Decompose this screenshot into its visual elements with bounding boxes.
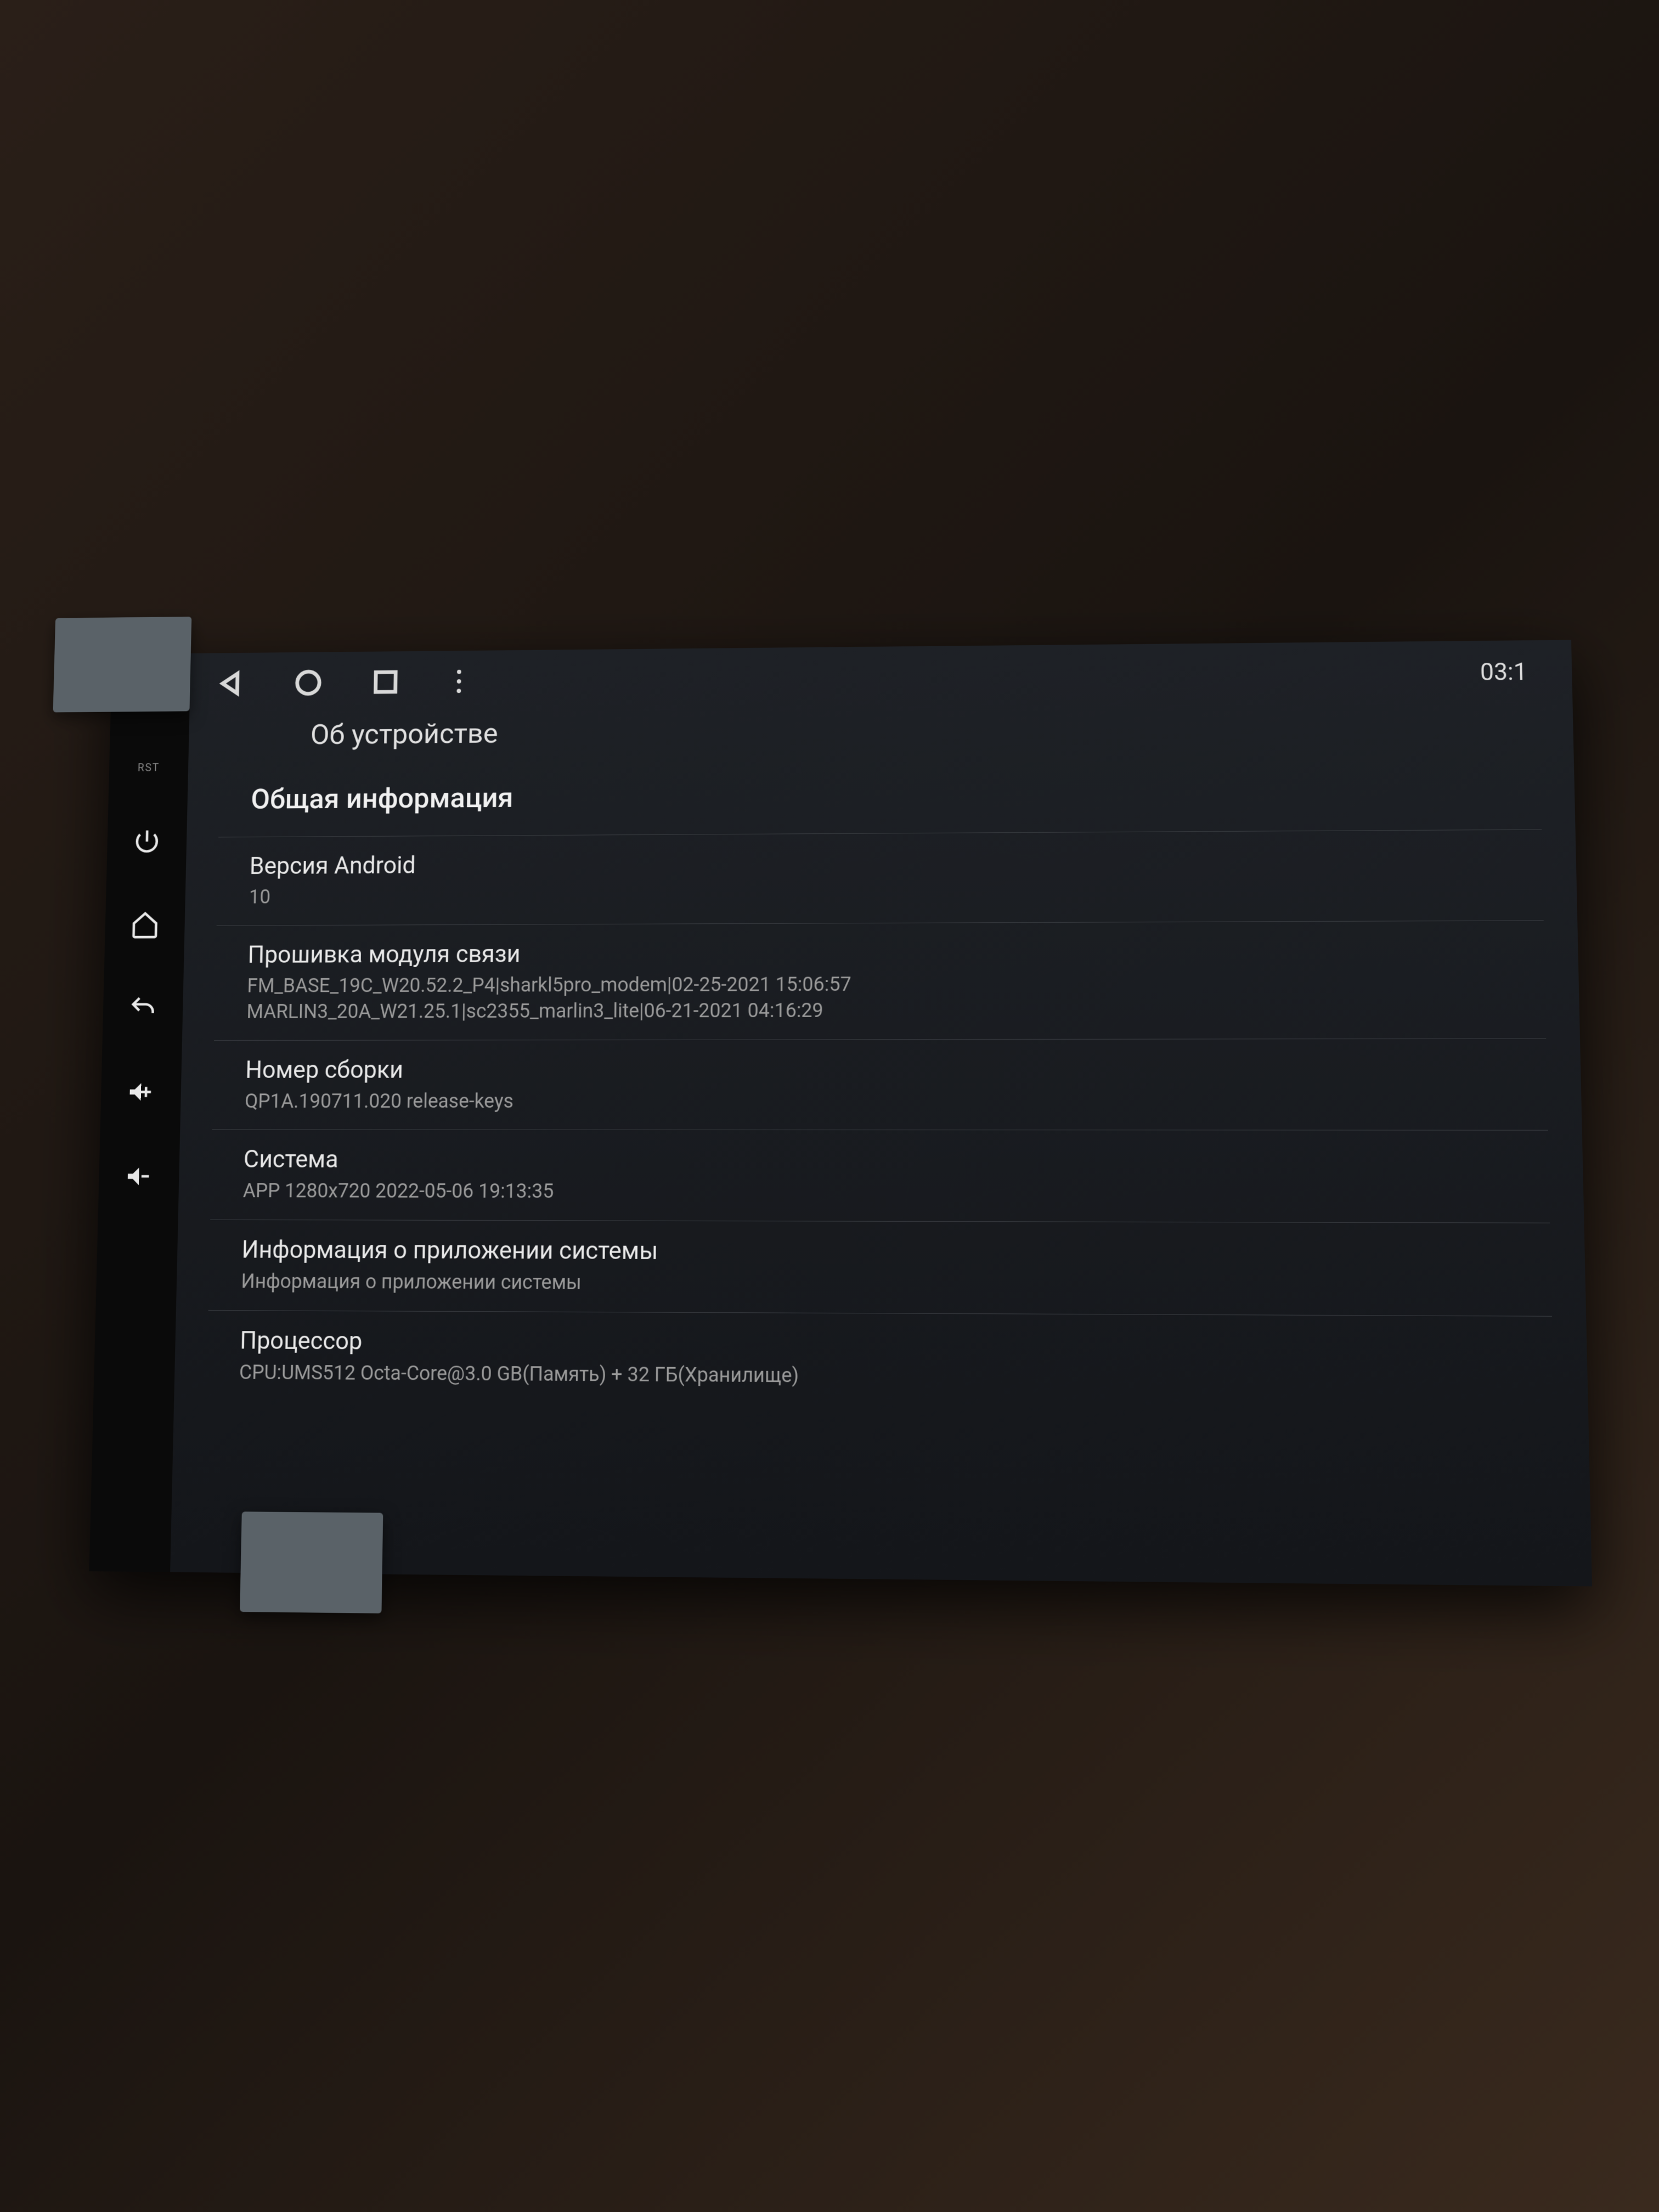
row-build-number[interactable]: Номер сборки QP1A.190711.020 release-key…: [212, 1038, 1548, 1130]
screen: 03:1 Об устройстве Общая информация Верс…: [170, 640, 1592, 1586]
row-label: Номер сборки: [245, 1054, 1513, 1084]
row-android-version[interactable]: Версия Android 10: [217, 830, 1544, 926]
mount-clip: [53, 617, 192, 712]
row-processor[interactable]: Процессор CPU:UMS512 Octa-Core@3.0 GB(Па…: [206, 1310, 1554, 1409]
system-navbar: 03:1: [189, 640, 1572, 714]
back-icon[interactable]: [128, 993, 158, 1023]
row-baseband[interactable]: Прошивка модуля связи FM_BASE_19C_W20.52…: [214, 920, 1546, 1040]
nav-more-icon[interactable]: [448, 667, 470, 696]
row-value: FM_BASE_19C_W20.52.2_P4|sharkl5pro_modem…: [246, 969, 1512, 1025]
row-label: Версия Android: [249, 845, 1509, 880]
power-icon[interactable]: [132, 827, 162, 856]
section-header: Общая информация: [218, 758, 1542, 837]
rst-label: RST: [138, 761, 160, 774]
volume-up-icon[interactable]: [126, 1077, 156, 1107]
statusbar-clock: 03:1: [1480, 657, 1544, 686]
nav-recents-icon[interactable]: [370, 667, 400, 697]
row-value: 10: [249, 878, 1509, 910]
device-frame: MIC RST: [89, 640, 1592, 1586]
row-system-app-info[interactable]: Информация о приложении системы Информац…: [208, 1220, 1552, 1316]
row-label: Информация о приложении системы: [241, 1235, 1517, 1268]
mount-clip: [240, 1511, 383, 1613]
row-label: Прошивка модуля связи: [247, 936, 1511, 968]
row-value: QP1A.190711.020 release-keys: [245, 1087, 1514, 1114]
nav-back-icon[interactable]: [216, 669, 246, 698]
volume-down-icon[interactable]: [123, 1161, 154, 1192]
home-icon[interactable]: [130, 910, 160, 940]
settings-list[interactable]: Общая информация Версия Android 10 Проши…: [170, 758, 1592, 1587]
row-value: Информация о приложении системы: [241, 1268, 1517, 1300]
row-value: CPU:UMS512 Octa-Core@3.0 GB(Память) + 32…: [239, 1359, 1520, 1393]
photo-background: MIC RST: [0, 0, 1659, 2212]
row-value: APP 1280x720 2022-05-06 19:13:35: [242, 1178, 1515, 1207]
row-system[interactable]: Система APP 1280x720 2022-05-06 19:13:35: [210, 1130, 1550, 1223]
row-label: Процессор: [240, 1326, 1519, 1361]
page-title: Об устройстве: [188, 703, 1574, 768]
row-label: Система: [244, 1145, 1515, 1175]
nav-home-icon[interactable]: [293, 668, 323, 697]
